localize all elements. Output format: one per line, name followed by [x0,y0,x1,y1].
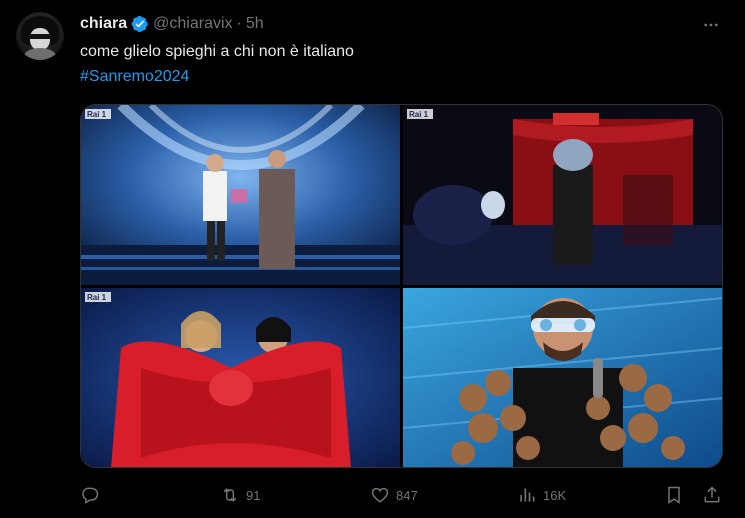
tweet-text: come glielo spieghi a chi non è italiano [80,43,354,60]
tweet-actions: 91 847 16K [80,482,723,508]
tweet[interactable]: chiara @chiaravix · 5h come glielo spieg… [0,0,745,518]
hashtag-link[interactable]: #Sanremo2024 [80,66,189,88]
heart-icon [371,487,389,503]
reply-button[interactable] [80,482,106,508]
media-photo-audience[interactable]: Rai 1 [403,105,722,285]
views-button[interactable]: 16K [517,482,566,508]
svg-text:Rai 1: Rai 1 [87,293,107,302]
share-button[interactable] [702,482,722,508]
like-count: 847 [396,487,418,503]
retweet-icon [223,488,237,502]
share-icon [704,486,720,503]
bookmark-button[interactable] [664,482,684,508]
retweet-button[interactable]: 91 [220,482,260,508]
views-count: 16K [543,487,567,503]
media-grid: Rai 1 Rai 1 Rai 1 [80,104,723,468]
views-bar-chart-icon [520,488,535,502]
media-photo-teddy-bears[interactable] [403,288,722,467]
separator-dot: · [236,15,242,32]
author-name[interactable]: chiara [80,15,127,33]
verified-badge-icon [131,15,149,33]
reply-icon [82,487,99,504]
more-options-icon[interactable] [700,14,722,36]
media-photo-red-bow[interactable]: Rai 1 [81,288,400,467]
retweet-count: 91 [246,487,261,503]
tweet-header: chiara @chiaravix · 5h [80,13,264,35]
svg-text:Rai 1: Rai 1 [409,110,429,119]
timestamp[interactable]: 5h [246,15,264,33]
like-button[interactable]: 847 [370,482,418,508]
svg-text:Rai 1: Rai 1 [87,110,107,119]
bookmark-icon [668,486,680,504]
author-handle[interactable]: @chiaravix [153,15,232,33]
media-photo-stage[interactable]: Rai 1 [81,105,400,285]
avatar[interactable] [16,12,64,60]
